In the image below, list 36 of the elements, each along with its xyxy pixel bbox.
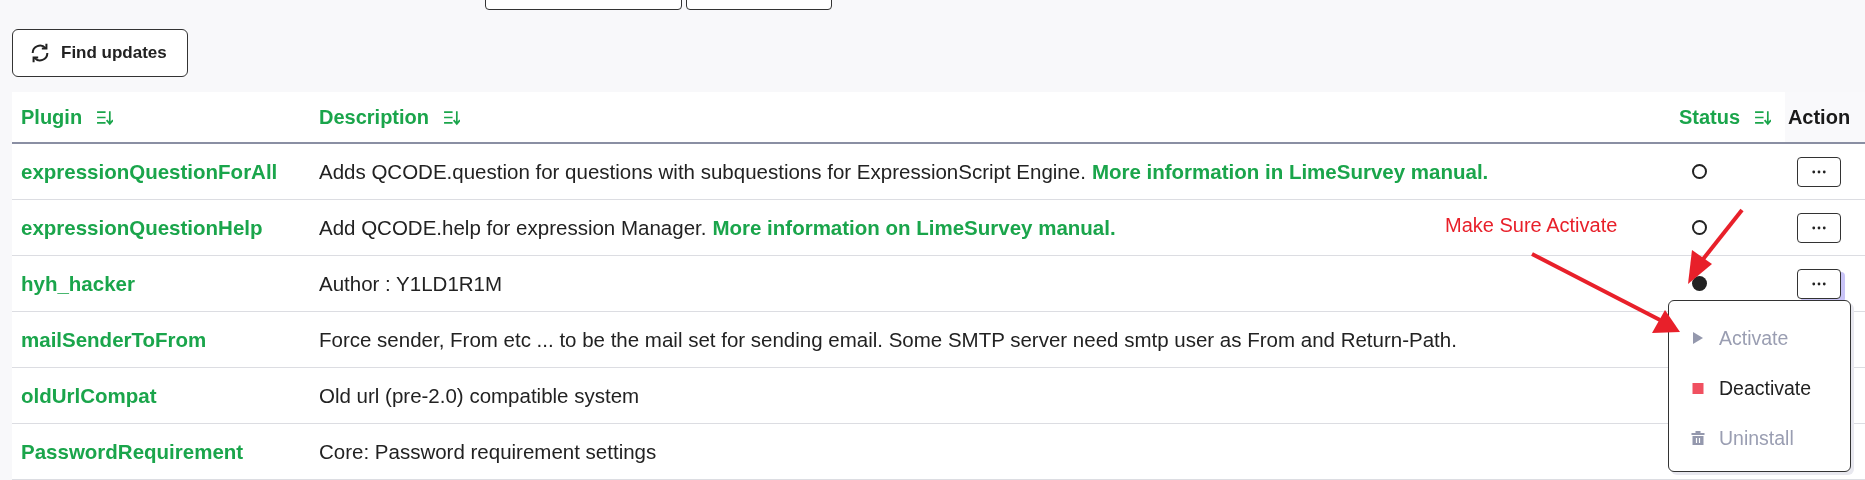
more-button[interactable] (1797, 212, 1841, 243)
trash-icon (1691, 431, 1705, 445)
sort-icon[interactable] (1754, 108, 1772, 126)
description-text: Add QCODE.help for expression Manager. (319, 215, 707, 240)
more-icon (1812, 281, 1826, 286)
plugin-name[interactable]: PasswordRequirement (21, 439, 244, 464)
manual-link[interactable]: More information in LimeSurvey manual. (1091, 159, 1489, 184)
refresh-icon (29, 42, 51, 64)
menu-item[interactable]: Deactivate (1669, 363, 1850, 413)
description-text: Old url (pre-2.0) compatible system (319, 383, 640, 408)
more-icon (1812, 225, 1826, 230)
description-text: Core: Password requirement settings (319, 439, 657, 464)
description-text: Force sender, From etc ... to be the mail set for sending email. Some SMTP server need smtp user as From and Return-Path. (319, 327, 1457, 352)
column-header: Action (1787, 105, 1851, 129)
status-indicator[interactable] (1692, 276, 1707, 291)
status-indicator[interactable] (1692, 220, 1707, 235)
annotation-text: Make Sure Activate (1445, 214, 1618, 237)
sort-icon[interactable] (443, 108, 461, 126)
description-text: Adds QCODE.question for questions with subquestions for ExpressionScript Engine. (319, 159, 1086, 184)
plugin-name[interactable]: oldUrlCompat (21, 383, 157, 408)
manual-link[interactable]: More information on LimeSurvey manual. (712, 215, 1116, 240)
column-header[interactable]: Description (319, 105, 430, 129)
plugin-name[interactable]: mailSenderToFrom (21, 327, 207, 352)
more-button[interactable] (1797, 156, 1841, 187)
status-indicator[interactable] (1692, 164, 1707, 179)
sort-icon[interactable] (96, 108, 114, 126)
column-header[interactable]: Status (1679, 105, 1741, 129)
description-text: Author : Y1LD1R1M (319, 271, 503, 296)
stop-icon (1691, 382, 1705, 394)
column-header[interactable]: Plugin (21, 105, 83, 129)
more-icon (1812, 169, 1826, 174)
play-icon (1691, 332, 1705, 344)
find-updates-button[interactable]: Find updates (12, 29, 188, 77)
plugin-name[interactable]: expressionQuestionForAll (21, 159, 278, 184)
plugin-name[interactable]: expressionQuestionHelp (21, 215, 263, 240)
plugin-name[interactable]: hyh_hacker (21, 271, 135, 296)
